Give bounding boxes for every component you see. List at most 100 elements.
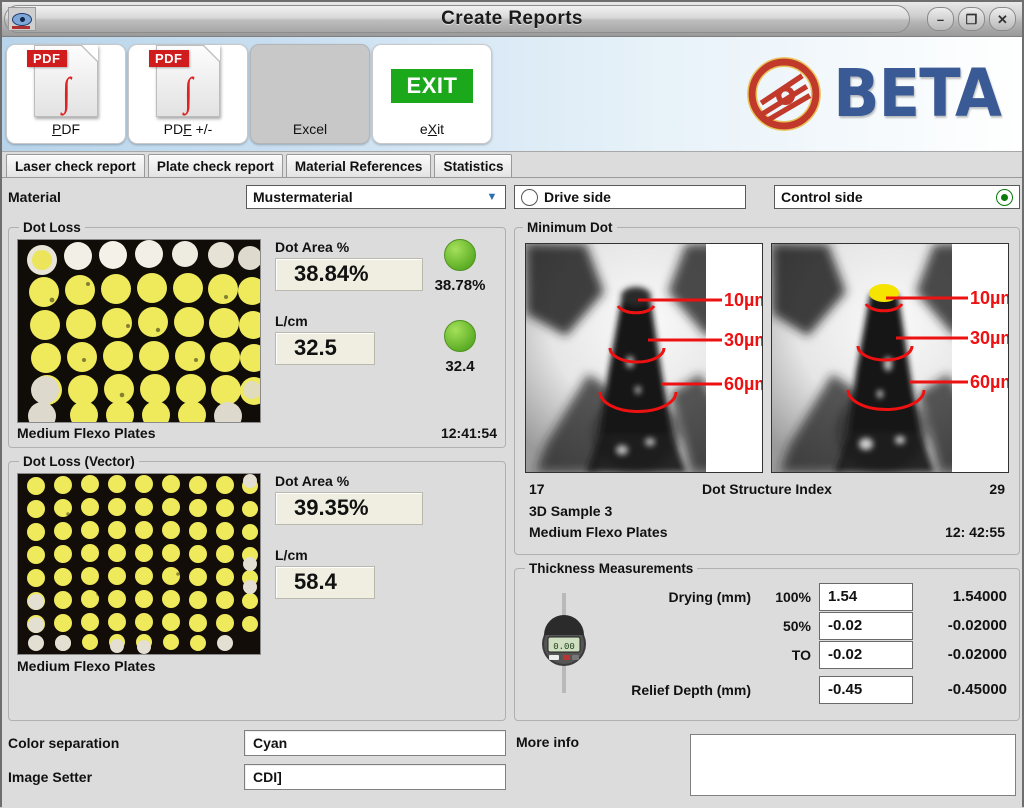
dot-loss-vector-lcm-value: 58.4 [275,566,375,599]
dot-loss-image [17,239,261,423]
minimum-dot-image-drive: 10µm 30µm 60µm [525,243,763,473]
pdf-button-label: PDF [52,121,80,137]
beta-mark-icon [746,56,822,132]
title-bar-pill [4,5,910,33]
svg-text:10µm: 10µm [724,290,763,310]
dot-loss-vector-group: Dot Loss (Vector) [8,454,506,721]
thickness-grid: 0.00 Drying (mm) 100% 1.54 1 [523,580,1011,708]
tab-statistics[interactable]: Statistics [434,154,512,177]
image-setter-row: Image Setter CDI] [8,760,506,794]
minimum-dot-info: 17 Dot Structure Index 29 3D Sample 3 Me… [521,477,1013,550]
dot-loss-dot-area-value: 38.84% [275,258,423,291]
thickness-row-to: TO -0.02 -0.02000 [601,640,1007,669]
svg-text:60µm: 60µm [970,372,1009,392]
dot-loss-vector-plate: Medium Flexo Plates [17,658,155,674]
color-separation-row: Color separation Cyan [8,726,506,760]
excel-button[interactable]: Excel [250,44,370,144]
tab-bar: Laser check report Plate check report Ma… [2,152,1022,178]
lcm-reference-value: 32.4 [445,358,474,375]
thickness-row-relief: Relief Depth (mm) -0.45 -0.45000 [601,675,1007,704]
more-info-input[interactable] [690,734,1016,796]
dot-loss-legend: Dot Loss [19,220,85,235]
thickness-row-50: 50% -0.02 -0.02000 [601,611,1007,640]
excel-button-label: Excel [293,121,327,137]
more-info-label: More info [516,734,690,750]
minimum-dot-sample-row: 3D Sample 3 [529,501,1005,523]
content-columns: Material Mustermaterial ▼ Dot Loss [8,184,1016,721]
window-controls: – ❐ ✕ [927,7,1016,31]
minimum-dot-time: 12: 42:55 [945,522,1005,544]
chevron-down-icon[interactable]: ▼ [482,188,502,206]
material-select-value: Mustermaterial [253,189,353,205]
main-content: Material Mustermaterial ▼ Dot Loss [2,178,1022,808]
minimum-dot-image-control: 10µm 30µm 60µm [771,243,1009,473]
dot-loss-footer: Medium Flexo Plates 12:41:54 [17,425,497,441]
left-column: Material Mustermaterial ▼ Dot Loss [8,184,506,721]
dot-structure-index-row: 17 Dot Structure Index 29 [529,479,1005,501]
thickness-input-100[interactable]: 1.54 [819,583,913,611]
thickness-input-to[interactable]: -0.02 [819,641,913,669]
relief-depth-output: -0.45000 [913,681,1007,698]
dot-area-reference-value: 38.78% [435,277,486,294]
toolbar: PDF∫ PDF PDF∫ PDF +/- Excel EXIT eXit [2,37,1022,152]
exit-button[interactable]: EXIT eXit [372,44,492,144]
title-bar: Create Reports – ❐ ✕ [2,2,1022,37]
control-side-label: Control side [781,189,863,205]
dot-loss-group: Dot Loss [8,220,506,448]
bottom-left: Color separation Cyan Image Setter CDI] [8,726,506,802]
material-label: Material [8,189,61,205]
thickness-output-to: -0.02000 [913,646,1007,663]
svg-text:30µm: 30µm [724,330,763,350]
dot-structure-index-left: 17 [529,479,575,501]
pdf-button[interactable]: PDF∫ PDF [6,44,126,144]
image-setter-input[interactable]: CDI] [244,764,506,790]
dot-loss-vector-footer: Medium Flexo Plates [17,658,497,674]
svg-text:10µm: 10µm [970,288,1009,308]
thickness-pct-100: 100% [765,589,819,605]
dot-structure-index-label: Dot Structure Index [575,479,959,501]
exit-button-label: eXit [420,121,444,137]
bottom-row: Color separation Cyan Image Setter CDI] … [8,726,1016,802]
material-select[interactable]: Mustermaterial ▼ [246,185,506,209]
side-selectors: Drive side Control side [514,184,1020,210]
color-separation-label: Color separation [8,735,244,751]
tab-plate-check-report[interactable]: Plate check report [148,154,283,177]
dot-area-status-led [444,239,476,271]
relief-depth-input[interactable]: -0.45 [819,676,913,704]
drive-side-radio[interactable] [521,189,538,206]
thickness-pct-50: 50% [765,618,819,634]
close-icon[interactable]: ✕ [989,7,1016,31]
control-side-radio[interactable] [996,189,1013,206]
bottom-right: More info [516,726,1016,802]
brand-text: BETA [833,61,1001,127]
tab-material-references[interactable]: Material References [286,154,432,177]
minimum-dot-sample: 3D Sample 3 [529,501,612,523]
dot-loss-vector-measurements: Dot Area % 39.35% L/cm 58.4 [261,473,497,599]
thickness-row-100: Drying (mm) 100% 1.54 1.54000 [601,582,1007,611]
thickness-pct-to: TO [765,647,819,663]
thickness-input-50[interactable]: -0.02 [819,612,913,640]
brand-logo: BETA [746,56,1008,132]
thickness-output-50: -0.02000 [913,617,1007,634]
dot-loss-dot-area-label: Dot Area % [275,239,423,255]
drive-side-option[interactable]: Drive side [514,185,746,209]
tab-laser-check-report[interactable]: Laser check report [6,154,145,177]
color-separation-input[interactable]: Cyan [244,730,506,756]
thickness-measurements-group: Thickness Measurements 0.00 [514,561,1020,721]
minimum-dot-footer: Medium Flexo Plates 12: 42:55 [529,522,1005,544]
minimize-icon[interactable]: – [927,7,954,31]
create-reports-window: Create Reports – ❐ ✕ PDF∫ PDF PDF∫ PDF +… [0,0,1024,807]
exit-badge-icon: EXIT [373,45,491,117]
dot-structure-index-right: 29 [959,479,1005,501]
image-setter-label: Image Setter [8,769,244,785]
pdf-plus-minus-button[interactable]: PDF∫ PDF +/- [128,44,248,144]
svg-text:60µm: 60µm [724,374,763,394]
control-side-option[interactable]: Control side [774,185,1020,209]
svg-text:30µm: 30µm [970,328,1009,348]
dot-loss-plate: Medium Flexo Plates [17,425,155,441]
maximize-icon[interactable]: ❐ [958,7,985,31]
relief-depth-label: Relief Depth (mm) [601,682,765,698]
dot-loss-vector-lcm-label: L/cm [275,547,497,563]
pdf-plus-minus-button-label: PDF +/- [164,121,213,137]
thickness-output-100: 1.54000 [913,588,1007,605]
